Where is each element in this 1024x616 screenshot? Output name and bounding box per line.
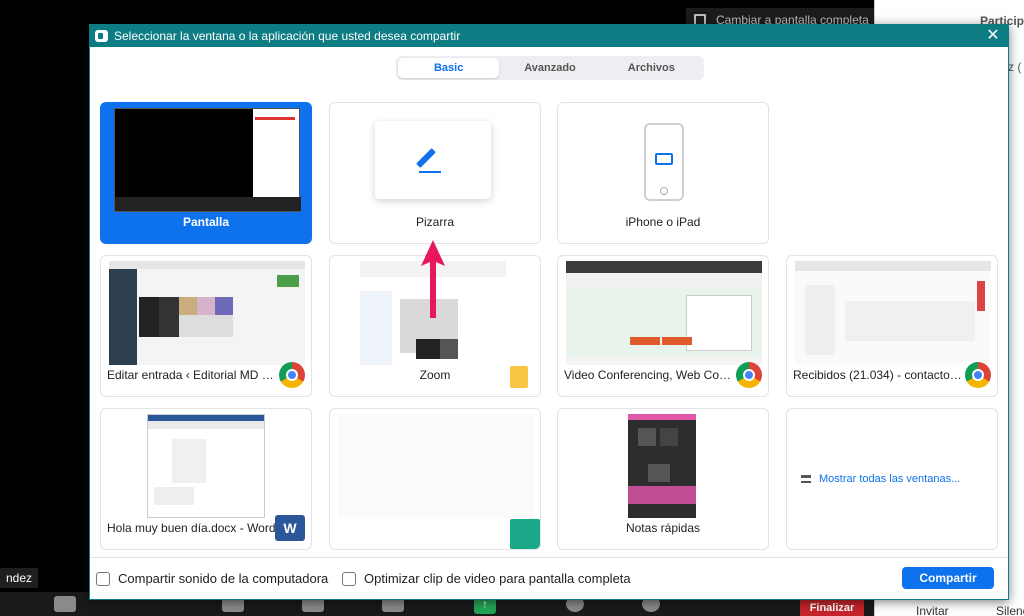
tile-window-word[interactable]: Hola muy buen día.docx - Word W: [100, 408, 312, 550]
tile-iphone-ipad[interactable]: iPhone o iPad: [557, 102, 769, 244]
tile-window-wordpress[interactable]: Editar entrada ‹ Editorial MD — WordPres…: [100, 255, 312, 397]
share-button[interactable]: Compartir: [902, 567, 994, 589]
window-thumbnail: [147, 414, 265, 518]
tile-label: Video Conferencing, Web Conferencing: [564, 368, 734, 382]
iphone-icon: [644, 123, 684, 201]
annotation-arrow-icon: [421, 240, 445, 318]
tile-label: Pantalla: [182, 215, 230, 229]
share-tabs: Basic Avanzado Archivos: [396, 56, 704, 80]
dialog-footer: Compartir sonido de la computadora Optim…: [90, 557, 1008, 599]
tile-label: Recibidos (21.034) - contacto@editorialm…: [793, 368, 963, 382]
tile-show-all-windows[interactable]: Mostrar todas las ventanas...: [786, 408, 998, 550]
tile-window-notes[interactable]: Notas rápidas: [557, 408, 769, 550]
tile-label: Pizarra: [415, 215, 454, 229]
close-button[interactable]: ✕: [984, 25, 1002, 47]
window-thumbnail: [566, 261, 762, 365]
checkbox-box[interactable]: [342, 571, 356, 586]
mute-all-button[interactable]: Silenc: [996, 604, 1024, 616]
video-name-tag: ndez: [0, 568, 39, 588]
tile-screen[interactable]: Pantalla: [100, 102, 312, 244]
tile-whiteboard[interactable]: Pizarra: [329, 102, 541, 244]
invite-button[interactable]: Invitar: [916, 604, 949, 616]
tile-label: iPhone o iPad: [625, 215, 701, 229]
share-dialog: Seleccionar la ventana o la aplicación q…: [89, 24, 1009, 600]
whiteboard-card: [375, 121, 491, 199]
tab-basic[interactable]: Basic: [398, 58, 500, 78]
chrome-icon: [736, 362, 762, 388]
word-icon: W: [275, 515, 305, 541]
window-thumbnail: [109, 261, 305, 365]
participant-name-partial: z (: [1008, 60, 1022, 74]
tile-label: Editar entrada ‹ Editorial MD — WordPres…: [107, 368, 277, 382]
dialog-title: Seleccionar la ventana o la aplicación q…: [114, 29, 461, 43]
app-icon: [510, 519, 540, 549]
optimize-video-checkbox[interactable]: Optimizar clip de video para pantalla co…: [342, 571, 631, 586]
tile-label: Notas rápidas: [625, 521, 701, 535]
screen-thumbnail: [114, 108, 301, 212]
end-meeting-button[interactable]: Finalizar: [800, 598, 864, 616]
airplay-icon: [655, 153, 673, 165]
window-thumbnail: [628, 414, 696, 518]
tile-window-gmail[interactable]: Recibidos (21.034) - contacto@editorialm…: [786, 255, 998, 397]
windows-stack-icon: [801, 475, 811, 484]
tab-advanced[interactable]: Avanzado: [499, 58, 600, 78]
chrome-icon: [279, 362, 305, 388]
show-all-label: Mostrar todas las ventanas...: [819, 473, 961, 485]
show-all-windows-link[interactable]: Mostrar todas las ventanas...: [801, 473, 960, 485]
pencil-icon: [416, 148, 436, 168]
dialog-titlebar: Seleccionar la ventana o la aplicación q…: [90, 25, 1008, 47]
window-thumbnail: [338, 414, 534, 518]
checkbox-box[interactable]: [96, 571, 110, 586]
chrome-icon: [965, 362, 991, 388]
video-camera-icon[interactable]: [54, 596, 76, 612]
tab-files[interactable]: Archivos: [601, 58, 702, 78]
tile-window-zoom-web[interactable]: Video Conferencing, Web Conferencing: [557, 255, 769, 397]
tile-label: Zoom: [419, 368, 451, 382]
share-sound-checkbox[interactable]: Compartir sonido de la computadora: [96, 571, 328, 586]
tile-label: Hola muy buen día.docx - Word: [107, 521, 276, 535]
tile-window-blank[interactable]: [329, 408, 541, 550]
window-thumbnail: [795, 261, 991, 365]
folder-icon: [510, 366, 528, 388]
optimize-video-label: Optimizar clip de video para pantalla co…: [364, 571, 631, 586]
zoom-app-icon: [95, 30, 108, 42]
share-sound-label: Compartir sonido de la computadora: [118, 571, 329, 586]
